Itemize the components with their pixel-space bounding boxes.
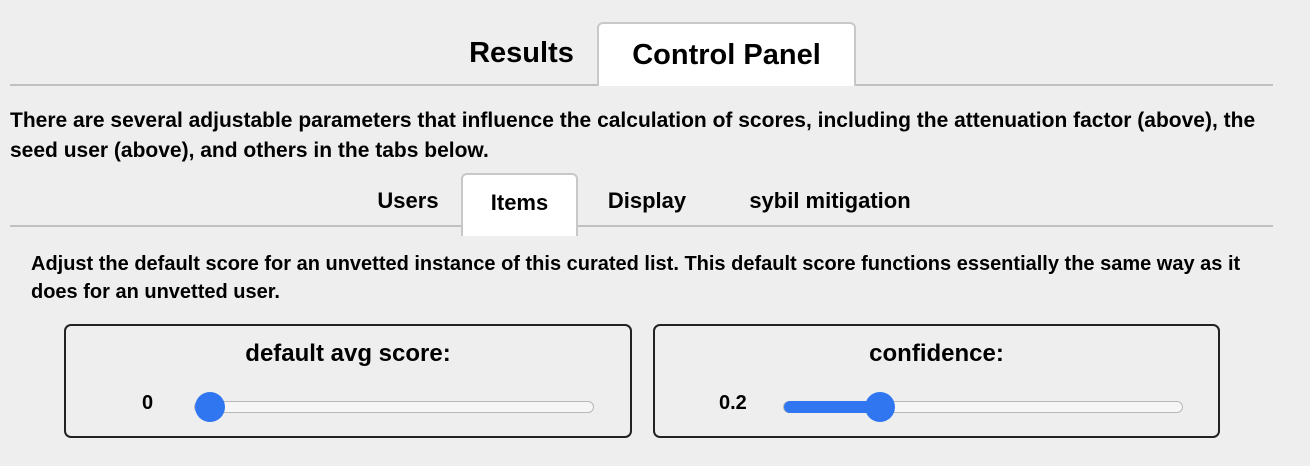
slider-thumb[interactable] [195, 392, 225, 422]
intro-text: There are several adjustable parameters … [10, 109, 1256, 162]
confidence-label: confidence: [869, 340, 1004, 367]
default-avg-score-value: 0 [142, 392, 154, 414]
tab-control-panel[interactable]: Control Panel [597, 22, 856, 86]
main-tab-bar: Results Control Panel [10, 22, 1273, 86]
confidence-value: 0.2 [719, 392, 747, 414]
default-avg-score-slider[interactable] [194, 392, 594, 422]
default-avg-score-label: default avg score: [245, 340, 451, 367]
tab-display[interactable]: Display [592, 173, 702, 225]
tab-sybil-mitigation[interactable]: sybil mitigation [730, 173, 930, 225]
default-avg-score-panel: default avg score: 0 [64, 324, 632, 438]
confidence-panel: confidence: 0.2 [653, 324, 1220, 438]
tab-results[interactable]: Results [444, 22, 599, 84]
tab-items[interactable]: Items [461, 173, 578, 236]
items-description: Adjust the default score for an unvetted… [31, 253, 1241, 303]
slider-thumb[interactable] [865, 392, 896, 422]
sub-tab-bar: Users Items Display sybil mitigation [10, 173, 1273, 236]
tab-users[interactable]: Users [358, 173, 458, 225]
confidence-slider[interactable] [783, 392, 1183, 422]
